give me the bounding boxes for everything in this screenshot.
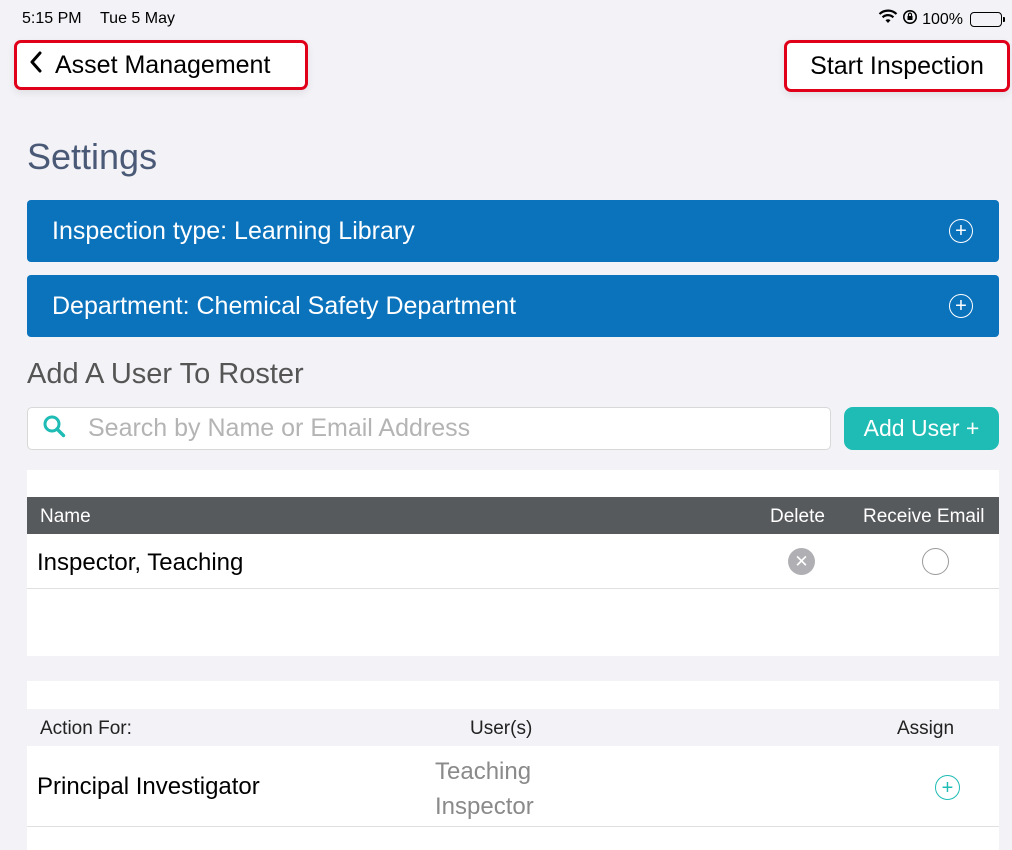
expand-plus-icon[interactable]: + — [949, 294, 973, 318]
assign-plus-icon[interactable]: + — [935, 775, 960, 800]
status-date: Tue 5 May — [100, 10, 175, 27]
status-bar: 5:15 PM Tue 5 May 100% — [0, 0, 1012, 36]
column-header-receive-email: Receive Email — [863, 506, 985, 527]
action-role: Principal Investigator — [37, 773, 260, 800]
add-user-button[interactable]: Add User + — [844, 407, 999, 450]
page-title: Settings — [27, 136, 158, 177]
roster-table: Name Delete Receive Email Inspector, Tea… — [27, 470, 999, 656]
search-input[interactable] — [88, 414, 768, 443]
table-row: Inspector, Teaching ✕ — [27, 534, 999, 589]
inspection-type-label: Inspection type: Learning Library — [52, 216, 415, 245]
expand-plus-icon[interactable]: + — [949, 219, 973, 243]
roster-user-name: Inspector, Teaching — [37, 549, 244, 576]
start-inspection-label: Start Inspection — [810, 51, 984, 80]
column-header-users: User(s) — [470, 718, 533, 739]
search-icon — [42, 414, 66, 443]
column-header-delete: Delete — [770, 506, 825, 527]
back-button[interactable]: Asset Management — [14, 40, 308, 90]
status-time: 5:15 PM — [22, 10, 82, 27]
wifi-icon — [878, 9, 898, 30]
battery-percent: 100% — [922, 10, 963, 28]
orientation-lock-icon — [902, 9, 918, 30]
action-users: Teaching Inspector — [435, 758, 534, 820]
chevron-left-icon — [29, 51, 43, 80]
battery-icon — [970, 12, 1005, 27]
action-table-header: Action For: User(s) Assign — [27, 709, 999, 746]
delete-x-icon[interactable]: ✕ — [788, 548, 815, 575]
column-header-name: Name — [40, 506, 91, 527]
column-header-action-for: Action For: — [40, 718, 132, 739]
table-row: Principal Investigator Teaching Inspecto… — [27, 746, 999, 827]
receive-email-radio[interactable] — [922, 548, 949, 575]
inspection-type-bar[interactable]: Inspection type: Learning Library + — [27, 200, 999, 262]
department-bar[interactable]: Department: Chemical Safety Department + — [27, 275, 999, 337]
roster-table-header: Name Delete Receive Email — [27, 497, 999, 534]
department-label: Department: Chemical Safety Department — [52, 291, 517, 320]
status-right: 100% — [878, 9, 1005, 30]
action-table: Action For: User(s) Assign Principal Inv… — [27, 681, 999, 850]
roster-section-title: Add A User To Roster — [27, 358, 304, 390]
column-header-assign: Assign — [897, 718, 955, 739]
back-button-label: Asset Management — [55, 50, 271, 79]
search-field[interactable] — [27, 407, 831, 450]
start-inspection-button[interactable]: Start Inspection — [784, 40, 1010, 92]
